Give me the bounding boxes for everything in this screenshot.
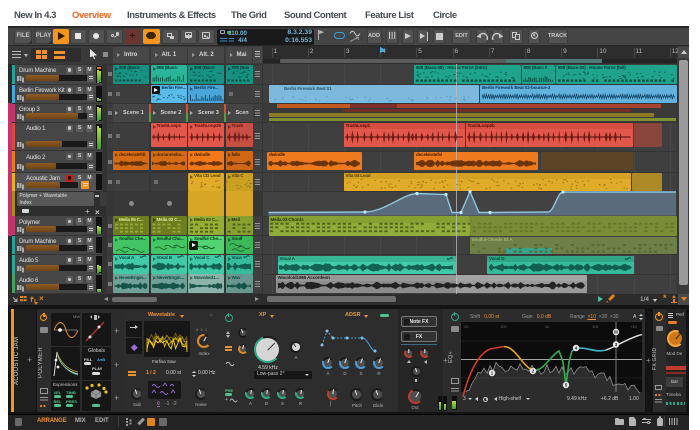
svg-text:M: M [614, 330, 618, 335]
